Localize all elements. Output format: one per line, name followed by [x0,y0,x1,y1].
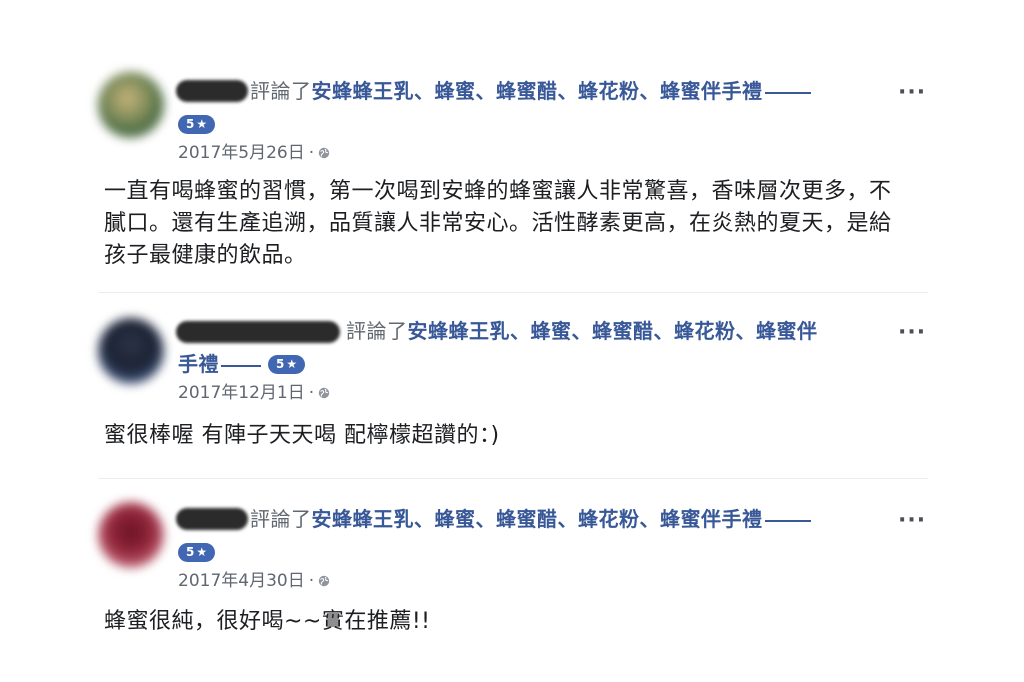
star-icon: ★ [286,357,298,371]
review-date[interactable]: 2017年5月26日 [178,142,305,164]
rating-value: 5 [186,545,195,559]
review-headline: 評論了安蜂蜂王乳、蜂蜜、蜂蜜醋、蜂花粉、蜂蜜伴手禮 [250,77,811,105]
divider [98,292,928,293]
review-headline-continued: 手禮 [178,350,261,378]
star-icon: ★ [196,545,208,559]
redacted-reviewer-name [176,80,248,102]
review-meta: 2017年12月1日 · [178,382,330,404]
globe-icon [318,147,330,159]
trail-line [764,91,811,94]
reviewed-label: 評論了 [250,79,312,103]
review-headline: 評論了安蜂蜂王乳、蜂蜜、蜂蜜醋、蜂花粉、蜂蜜伴 [346,317,818,345]
review-meta: 2017年4月30日 · [178,570,330,592]
review-date[interactable]: 2017年4月30日 [178,570,305,592]
reviewed-label: 評論了 [250,507,312,531]
trail-line [764,519,811,522]
page-name-link[interactable]: 安蜂蜂王乳、蜂蜜、蜂蜜醋、蜂花粉、蜂蜜伴 [408,319,818,343]
trail-line [221,364,261,367]
meta-separator: · [308,383,315,403]
more-options-icon[interactable]: ··· [898,510,926,534]
globe-icon [318,387,330,399]
review-text: 蜜很棒喔 有陣子天天喝 配檸檬超讚的：) [104,423,500,448]
globe-icon [318,575,330,587]
divider [98,478,928,479]
rating-value: 5 [186,117,195,131]
redacted-reviewer-name [176,508,248,530]
reviewer-avatar[interactable] [98,318,164,384]
meta-separator: · [308,143,315,163]
page-name-link[interactable]: 安蜂蜂王乳、蜂蜜、蜂蜜醋、蜂花粉、蜂蜜伴手禮 [312,79,763,103]
more-options-icon[interactable]: ··· [898,322,926,346]
more-options-icon[interactable]: ··· [898,82,926,106]
reviewer-avatar[interactable] [98,502,164,568]
review-date[interactable]: 2017年12月1日 [178,382,305,404]
reviewer-avatar[interactable] [98,72,164,138]
rating-value: 5 [276,357,285,371]
redacted-reviewer-name [176,321,340,343]
reviewed-label: 評論了 [346,319,408,343]
review-headline: 評論了安蜂蜂王乳、蜂蜜、蜂蜜醋、蜂花粉、蜂蜜伴手禮 [250,505,811,533]
review-text: 一直有喝蜂蜜的習慣，第一次喝到安蜂的蜂蜜讓人非常驚喜，香味層次更多，不 膩口。還… [104,179,892,268]
rating-badge[interactable]: 5 ★ [178,115,216,134]
review-text: 蜂蜜很純，很好喝~~實在推薦!! [104,609,431,634]
review-meta: 2017年5月26日 · [178,142,330,164]
page-name-link[interactable]: 安蜂蜂王乳、蜂蜜、蜂蜜醋、蜂花粉、蜂蜜伴手禮 [312,507,763,531]
page-name-link[interactable]: 手禮 [178,352,219,376]
rating-badge[interactable]: 5 ★ [268,355,306,374]
rating-badge[interactable]: 5 ★ [178,543,216,562]
star-icon: ★ [196,117,208,131]
meta-separator: · [308,571,315,591]
